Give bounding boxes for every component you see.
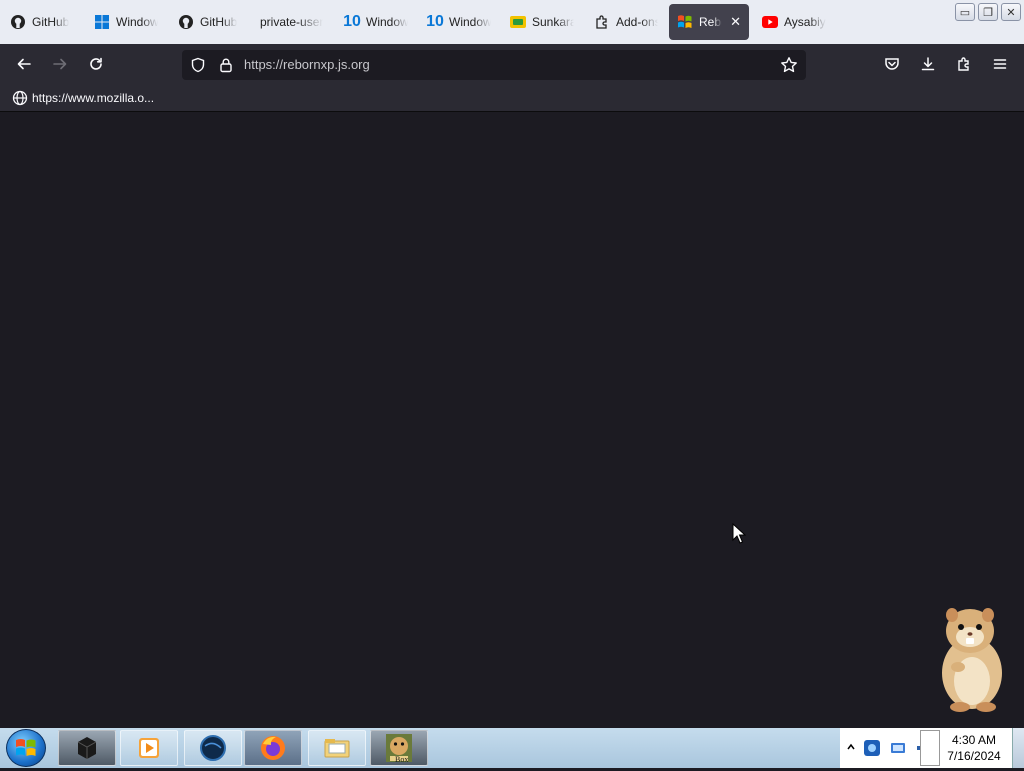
pocket-icon xyxy=(885,58,899,70)
close-window-button[interactable]: ✕ xyxy=(1001,3,1021,21)
globe-app-icon xyxy=(200,735,226,761)
show-desktop-button[interactable] xyxy=(1012,728,1024,768)
tab-bar: GitHub Windows GitHub private-user 10 Wi… xyxy=(0,0,1024,44)
tab-label: Windows xyxy=(366,15,408,29)
hamburger-icon xyxy=(993,59,1007,69)
youtube-icon xyxy=(762,14,778,30)
page-content[interactable] xyxy=(0,113,1024,728)
windows-xp-icon xyxy=(677,14,693,30)
network-icon[interactable] xyxy=(888,738,908,763)
tab-windows-1[interactable]: Windows xyxy=(86,4,166,40)
pocket-button[interactable] xyxy=(880,52,904,76)
windows10-icon: 10 xyxy=(426,13,444,30)
hamster-mascot-icon xyxy=(942,608,1002,712)
media-player-icon xyxy=(139,738,159,758)
clock-date: 7/16/2024 xyxy=(947,749,1001,763)
windows-icon xyxy=(94,14,110,30)
tab-add-ons[interactable]: Add-ons xyxy=(586,4,666,40)
tab-private-user[interactable]: private-user xyxy=(252,4,332,40)
tab-label: Sunkara xyxy=(532,15,574,29)
tab-label: Add-ons xyxy=(616,15,658,29)
taskbar-item-hamster-box[interactable]: Box xyxy=(370,730,428,766)
windows-logo-icon xyxy=(16,739,36,756)
show-hidden-icons-chevron-icon[interactable] xyxy=(846,740,856,754)
taskbar-item-globe-app[interactable] xyxy=(184,730,242,766)
tab-reborn-active[interactable]: Reborn ✕ xyxy=(669,4,749,40)
globe-icon xyxy=(12,90,28,106)
menu-button[interactable] xyxy=(988,52,1012,76)
tray-app-icon[interactable] xyxy=(862,738,882,763)
tab-windows10-1[interactable]: 10 Windows xyxy=(336,4,416,40)
tab-label: GitHub xyxy=(200,15,238,29)
tray-window-icon[interactable] xyxy=(920,730,940,766)
url-text[interactable]: https://rebornxp.js.org xyxy=(244,57,370,72)
bookmark-item[interactable]: https://www.mozilla.o... xyxy=(12,90,154,106)
puzzle-icon xyxy=(958,57,969,71)
clock[interactable]: 4:30 AM 7/16/2024 xyxy=(940,732,1008,764)
shield-icon[interactable] xyxy=(190,57,206,78)
tab-github-1[interactable]: GitHub xyxy=(2,4,82,40)
navigation-toolbar: https://rebornxp.js.org xyxy=(0,44,1024,84)
tab-windows10-2[interactable]: 10 Windows xyxy=(419,4,499,40)
minimize-button[interactable]: ▭ xyxy=(955,3,975,21)
reload-icon xyxy=(90,57,102,70)
github-icon xyxy=(10,14,26,30)
cube-app-icon xyxy=(77,737,97,759)
tab-label: Windows xyxy=(449,15,491,29)
tab-label: GitHub xyxy=(32,15,70,29)
tab-label: private-user xyxy=(260,15,324,29)
restore-button[interactable]: ❐ xyxy=(978,3,998,21)
clock-time: 4:30 AM xyxy=(951,733,997,747)
taskbar-item-file-explorer[interactable] xyxy=(308,730,366,766)
sunkara-icon xyxy=(510,14,526,30)
mouse-cursor-icon xyxy=(732,523,746,544)
arrow-left-icon xyxy=(17,58,31,70)
file-explorer-icon xyxy=(324,739,350,758)
taskbar-item-firefox[interactable] xyxy=(244,730,302,766)
bookmark-label: https://www.mozilla.o... xyxy=(32,91,155,105)
download-icon xyxy=(921,57,935,71)
taskbar-item-media-player[interactable] xyxy=(120,730,178,766)
back-button[interactable] xyxy=(12,52,36,76)
tab-youtube[interactable]: Aysabiy xyxy=(754,4,834,40)
puzzle-icon xyxy=(594,14,610,30)
tab-label: Windows xyxy=(116,15,158,29)
tab-sunkara[interactable]: Sunkara xyxy=(502,4,582,40)
windows10-icon: 10 xyxy=(343,13,361,30)
reload-button[interactable] xyxy=(84,52,108,76)
forward-button[interactable] xyxy=(48,52,72,76)
firefox-icon xyxy=(261,736,285,760)
bookmarks-toolbar: https://www.mozilla.o... xyxy=(0,84,1024,112)
arrow-right-icon xyxy=(53,58,67,70)
bookmark-star-icon[interactable] xyxy=(780,56,798,79)
url-bar[interactable]: https://rebornxp.js.org xyxy=(182,50,806,80)
taskbar-item-label: Box xyxy=(395,755,409,764)
tab-label: Aysabiy xyxy=(784,15,826,29)
downloads-button[interactable] xyxy=(916,52,940,76)
start-button[interactable] xyxy=(6,729,46,767)
github-icon xyxy=(178,14,194,30)
extensions-button[interactable] xyxy=(952,52,976,76)
tab-label: Reborn xyxy=(699,15,722,29)
taskbar: Box 4:30 AM 7/16/2024 xyxy=(0,728,1024,768)
tab-github-2[interactable]: GitHub xyxy=(170,4,250,40)
system-tray: 4:30 AM 7/16/2024 xyxy=(840,728,1024,768)
lock-icon[interactable] xyxy=(218,57,234,78)
taskbar-item-cube-app[interactable] xyxy=(58,730,116,766)
tab-close-icon[interactable]: ✕ xyxy=(730,14,741,30)
